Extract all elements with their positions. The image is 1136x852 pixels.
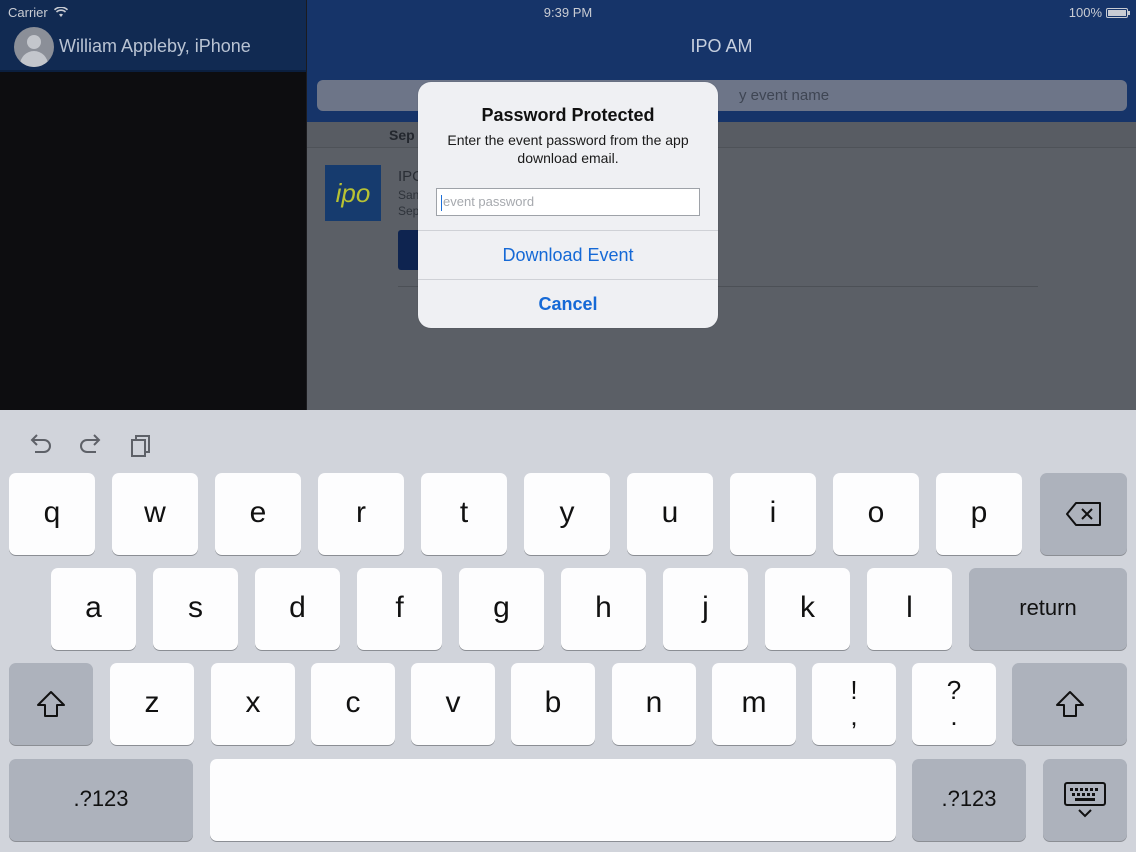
text-caret [441, 194, 442, 211]
key-d[interactable]: d [255, 568, 340, 650]
key-exclamation-comma[interactable]: ! , [812, 663, 896, 745]
key-b[interactable]: b [511, 663, 595, 745]
key-x[interactable]: x [211, 663, 295, 745]
key-g[interactable]: g [459, 568, 544, 650]
delete-key[interactable] [1040, 473, 1127, 555]
section-label: Sep [389, 127, 415, 143]
search-placeholder: y event name [739, 87, 830, 104]
event-date: Sep [398, 204, 420, 218]
key-r[interactable]: r [318, 473, 404, 555]
backspace-icon [1065, 502, 1101, 526]
key-bottom-char: , [850, 701, 858, 731]
clock: 9:39 PM [543, 5, 593, 20]
key-top-char: ! [850, 675, 858, 705]
avatar[interactable] [14, 27, 54, 67]
battery-icon [1106, 7, 1130, 18]
key-e[interactable]: e [215, 473, 301, 555]
sidebar: William Appleby, iPhone [0, 0, 306, 410]
key-s[interactable]: s [153, 568, 238, 650]
key-u[interactable]: u [627, 473, 713, 555]
key-bottom-char: . [950, 701, 958, 731]
user-name[interactable]: William Appleby, iPhone [59, 36, 251, 57]
status-bar: Carrier 9:39 PM 100% [0, 0, 1136, 24]
paste-icon[interactable] [128, 432, 154, 458]
key-t[interactable]: t [421, 473, 507, 555]
battery-indicator: 100% [1068, 5, 1130, 20]
numbers-key-left[interactable]: .?123 [9, 759, 193, 841]
shift-icon [37, 691, 65, 717]
key-o[interactable]: o [833, 473, 919, 555]
key-z[interactable]: z [110, 663, 194, 745]
key-q[interactable]: q [9, 473, 95, 555]
key-i[interactable]: i [730, 473, 816, 555]
numbers-key-right[interactable]: .?123 [912, 759, 1026, 841]
keyboard-shortcut-bar [0, 410, 1136, 470]
undo-icon[interactable] [27, 432, 53, 458]
password-alert-dialog: Password Protected Enter the event passw… [418, 82, 718, 328]
event-password-field[interactable]: event password [436, 188, 700, 216]
key-y[interactable]: y [524, 473, 610, 555]
key-a[interactable]: a [51, 568, 136, 650]
alert-title: Password Protected [481, 105, 655, 125]
key-p[interactable]: p [936, 473, 1022, 555]
key-l[interactable]: l [867, 568, 952, 650]
shift-icon [1055, 691, 1084, 717]
battery-label: 100% [1068, 5, 1102, 20]
key-m[interactable]: m [712, 663, 796, 745]
event-location: San [398, 188, 420, 202]
redo-icon[interactable] [78, 432, 104, 458]
key-f[interactable]: f [357, 568, 442, 650]
space-bar[interactable] [210, 759, 896, 841]
keyboard-dismiss-icon [1064, 782, 1106, 818]
right-shift-key[interactable] [1012, 663, 1127, 745]
event-logo: ipo [325, 165, 381, 221]
page-title: IPO AM [690, 36, 753, 56]
key-n[interactable]: n [612, 663, 696, 745]
left-shift-key[interactable] [9, 663, 93, 745]
dismiss-keyboard-key[interactable] [1043, 759, 1127, 841]
key-top-char: ? [946, 675, 962, 705]
download-event-button[interactable]: Download Event [418, 231, 718, 279]
key-w[interactable]: w [112, 473, 198, 555]
key-c[interactable]: c [311, 663, 395, 745]
key-h[interactable]: h [561, 568, 646, 650]
key-j[interactable]: j [663, 568, 748, 650]
on-screen-keyboard: q w e r t y u i o p a s d f g h j k l re… [0, 410, 1136, 852]
cancel-button[interactable]: Cancel [418, 280, 718, 328]
key-k[interactable]: k [765, 568, 850, 650]
key-v[interactable]: v [411, 663, 495, 745]
password-placeholder: event password [443, 194, 535, 209]
key-question-period[interactable]: ? . [912, 663, 996, 745]
alert-message: Enter the event password from the app do… [447, 132, 689, 166]
return-key[interactable]: return [969, 568, 1127, 650]
